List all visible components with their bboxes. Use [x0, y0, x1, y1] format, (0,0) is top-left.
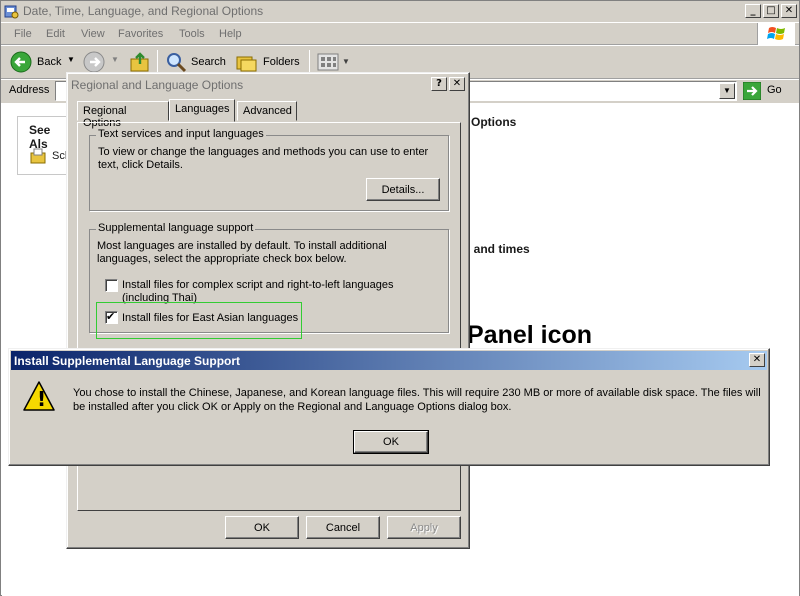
text-services-description: To view or change the languages and meth… [98, 146, 429, 171]
regional-apply-button[interactable]: Apply [387, 516, 461, 539]
up-folder-icon[interactable] [129, 51, 151, 73]
explorer-title: Date, Time, Language, and Regional Optio… [23, 4, 264, 18]
menu-view[interactable]: View [81, 28, 105, 40]
control-panel-icon [4, 5, 19, 19]
alert-title-bar[interactable]: Install Supplemental Language Support ✕ [11, 351, 767, 370]
tab-languages[interactable]: Languages [169, 99, 235, 122]
alert-ok-button[interactable]: OK [353, 430, 429, 454]
supplemental-description: Most languages are installed by default.… [97, 240, 387, 265]
text-services-title: Text services and input languages [96, 128, 266, 140]
menu-file[interactable]: File [14, 28, 32, 40]
see-also-heading: See Als [29, 123, 51, 151]
back-label: Back [37, 56, 62, 68]
go-button[interactable]: Go [743, 81, 793, 101]
details-button[interactable]: Details... [366, 178, 440, 201]
address-dropdown-button[interactable]: ▼ [719, 83, 735, 99]
warning-exclamation: ! [37, 387, 47, 411]
bg-panel-icon-heading: Panel icon [467, 321, 593, 349]
explorer-caption-buttons: _ □ ✕ [745, 4, 797, 18]
regional-cancel-button[interactable]: Cancel [306, 516, 380, 539]
regional-language-dialog: Regional and Language Options ? ✕ Region… [66, 72, 470, 549]
views-icon[interactable] [317, 53, 339, 71]
go-label: Go [767, 84, 782, 96]
maximize-button[interactable]: □ [763, 4, 779, 18]
windows-flag-icon [767, 27, 785, 40]
menu-bar: File Edit View Favorites Tools Help [1, 23, 799, 45]
tab-advanced[interactable]: Advanced [237, 101, 297, 121]
address-label: Address [9, 84, 50, 96]
see-also-panel: See Als Sch [17, 116, 71, 175]
scheduled-tasks-icon [30, 148, 46, 164]
alert-title: Install Supplemental Language Support [14, 354, 241, 368]
tab-regional-options[interactable]: Regional Options [77, 101, 169, 129]
explorer-title-bar[interactable]: Date, Time, Language, and Regional Optio… [1, 1, 799, 22]
regional-ok-button[interactable]: OK [225, 516, 299, 539]
regional-dialog-title: Regional and Language Options [71, 78, 244, 92]
regional-dialog-title-bar[interactable]: Regional and Language Options ? ✕ [69, 75, 467, 94]
views-dropdown-icon[interactable]: ▼ [342, 57, 350, 66]
regional-close-button[interactable]: ✕ [449, 77, 465, 91]
folders-button[interactable]: Folders [235, 51, 301, 73]
toolbar-separator [157, 50, 158, 74]
back-button[interactable]: Back ▼ [9, 51, 75, 73]
bg-task-times[interactable]: , and times [467, 242, 530, 256]
minimize-button[interactable]: _ [745, 4, 761, 18]
close-button[interactable]: ✕ [781, 4, 797, 18]
back-arrow-icon [10, 51, 32, 73]
menu-tools[interactable]: Tools [179, 28, 205, 40]
help-button[interactable]: ? [431, 77, 447, 91]
menu-help[interactable]: Help [219, 28, 242, 40]
highlight-box [96, 302, 302, 339]
supplemental-title: Supplemental language support [96, 222, 256, 234]
alert-close-button[interactable]: ✕ [749, 353, 765, 367]
bg-task-options[interactable]: Options [471, 115, 516, 129]
windows-logo [757, 23, 795, 45]
go-arrow-icon [743, 82, 761, 100]
search-button[interactable]: Search [165, 51, 227, 73]
toolbar-separator [309, 50, 310, 74]
forward-dropdown-icon[interactable]: ▼ [111, 55, 119, 64]
search-label: Search [191, 56, 226, 68]
menu-edit[interactable]: Edit [46, 28, 65, 40]
back-dropdown-icon[interactable]: ▼ [67, 55, 75, 64]
forward-arrow-icon[interactable] [83, 51, 105, 73]
menu-favorites[interactable]: Favorites [118, 28, 163, 40]
text-services-group: Text services and input languages To vie… [89, 128, 449, 211]
alert-message: You chose to install the Chinese, Japane… [73, 387, 761, 413]
folders-label: Folders [263, 56, 300, 68]
search-icon [167, 53, 187, 73]
install-supplemental-alert: Install Supplemental Language Support ✕ … [8, 348, 770, 466]
complex-script-checkbox[interactable] [105, 279, 118, 292]
folders-icon [236, 56, 257, 72]
